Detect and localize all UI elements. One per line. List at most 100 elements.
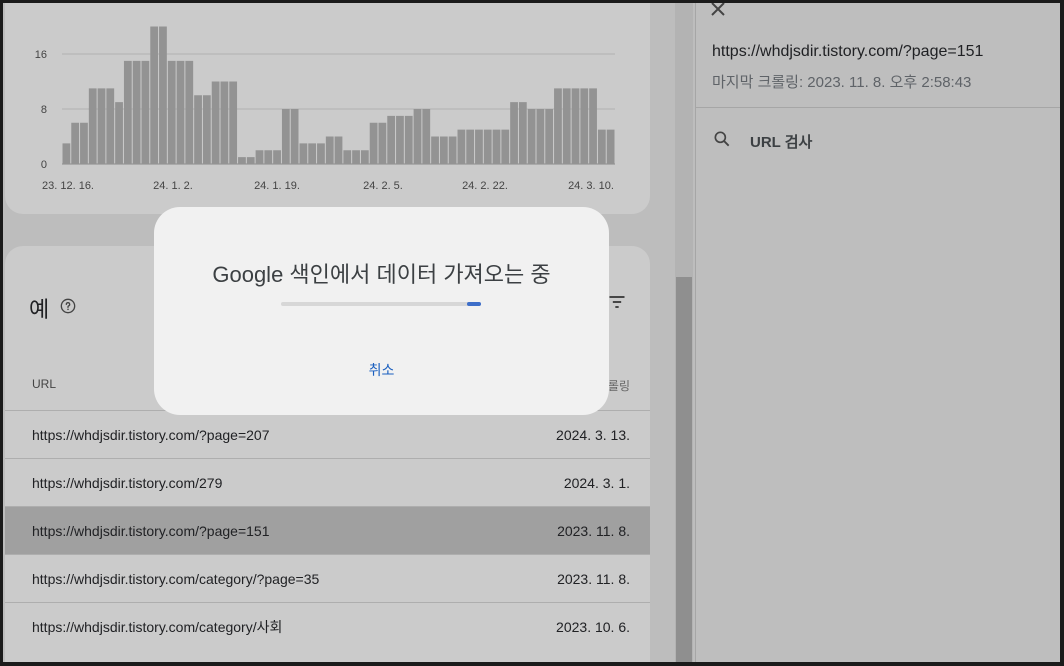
chart-bar[interactable] bbox=[71, 122, 80, 164]
table-row[interactable]: https://whdjsdir.tistory.com/category/?p… bbox=[5, 554, 650, 602]
chart-bar[interactable] bbox=[466, 129, 475, 164]
chart-bar[interactable] bbox=[457, 129, 466, 164]
filter-icon[interactable] bbox=[607, 292, 627, 317]
help-icon[interactable] bbox=[60, 298, 76, 319]
chart-bar[interactable] bbox=[246, 157, 255, 164]
chart-bar[interactable] bbox=[281, 109, 290, 164]
chart-bar[interactable] bbox=[141, 60, 150, 164]
chart-bar[interactable] bbox=[536, 109, 545, 164]
table-row[interactable]: https://whdjsdir.tistory.com/category/사회… bbox=[5, 602, 650, 650]
chart-bar[interactable] bbox=[597, 129, 606, 164]
chart-bar[interactable] bbox=[439, 136, 448, 165]
app-window: 0 8 16 23. 12. 16. 24. 1. 2. 24. 1. 19. 24. 2.… bbox=[3, 3, 1060, 662]
scrollbar-thumb[interactable] bbox=[676, 277, 692, 662]
y-tick-label: 8 bbox=[41, 104, 47, 116]
chart-bar[interactable] bbox=[343, 150, 352, 164]
report-area: 0 8 16 23. 12. 16. 24. 1. 2. 24. 1. 19. 24. 2.… bbox=[3, 3, 663, 662]
chart-bar[interactable] bbox=[123, 60, 132, 164]
chart-bar[interactable] bbox=[404, 115, 413, 164]
row-date: 2024. 3. 1. bbox=[563, 474, 630, 491]
chart-bar[interactable] bbox=[483, 129, 492, 164]
chart-bar[interactable] bbox=[518, 102, 527, 164]
chart-bar[interactable] bbox=[264, 150, 273, 164]
cancel-button[interactable]: 취소 bbox=[154, 360, 609, 380]
chart-bar[interactable] bbox=[211, 81, 220, 165]
chart-bar[interactable] bbox=[290, 109, 299, 164]
chart-bar[interactable] bbox=[88, 88, 97, 164]
chart-bar[interactable] bbox=[80, 122, 88, 164]
chart-bar[interactable] bbox=[387, 115, 396, 164]
url-inspect-button[interactable]: URL 검사 bbox=[712, 129, 812, 154]
chart-bar[interactable] bbox=[501, 129, 510, 164]
table-row[interactable]: https://whdjsdir.tistory.com/?page=207 2… bbox=[5, 410, 650, 458]
y-tick-label: 0 bbox=[41, 159, 47, 171]
chart-bar[interactable] bbox=[132, 60, 141, 164]
chart-bar[interactable] bbox=[448, 136, 457, 165]
chart-bar[interactable] bbox=[562, 88, 571, 164]
chart-bar[interactable] bbox=[334, 136, 343, 165]
x-tick-label: 23. 12. 16. bbox=[42, 180, 94, 192]
row-date: 2024. 3. 13. bbox=[556, 426, 630, 443]
divider bbox=[696, 107, 1060, 108]
table-row[interactable]: https://whdjsdir.tistory.com/279 2024. 3… bbox=[5, 458, 650, 506]
chart-bar[interactable] bbox=[431, 136, 439, 165]
chart-bar[interactable] bbox=[527, 109, 536, 164]
chart-bar[interactable] bbox=[589, 88, 597, 164]
column-header-url[interactable]: URL bbox=[32, 377, 56, 391]
chart-bar[interactable] bbox=[194, 95, 202, 164]
chart-bar[interactable] bbox=[413, 109, 422, 164]
chart-bar[interactable] bbox=[299, 143, 308, 164]
chart-bar[interactable] bbox=[115, 102, 123, 164]
chart-bar[interactable] bbox=[150, 26, 159, 165]
chart-bar[interactable] bbox=[159, 26, 167, 165]
chart-bar[interactable] bbox=[571, 88, 580, 164]
chart-bar[interactable] bbox=[167, 60, 176, 164]
chart-bar[interactable] bbox=[238, 157, 246, 164]
chart-bar[interactable] bbox=[369, 122, 378, 164]
chart-bar[interactable] bbox=[352, 150, 360, 164]
chart-bar[interactable] bbox=[545, 109, 554, 164]
chart-bar[interactable] bbox=[220, 81, 229, 165]
chart-bar[interactable] bbox=[202, 95, 211, 164]
chart-bar[interactable] bbox=[606, 129, 615, 164]
chart-bar[interactable] bbox=[360, 150, 369, 164]
chart-bar[interactable] bbox=[229, 81, 238, 165]
chart-bar[interactable] bbox=[273, 150, 281, 164]
panel-url: https://whdjsdir.tistory.com/?page=151 bbox=[712, 43, 984, 60]
chart-bar[interactable] bbox=[396, 115, 404, 164]
row-url: https://whdjsdir.tistory.com/?page=151 bbox=[32, 522, 270, 539]
row-date: 2023. 10. 6. bbox=[556, 618, 630, 635]
chart-bar[interactable] bbox=[185, 60, 194, 164]
x-tick-label: 24. 2. 22. bbox=[462, 180, 508, 192]
table-row-selected[interactable]: https://whdjsdir.tistory.com/?page=151 2… bbox=[5, 506, 650, 554]
url-detail-panel: https://whdjsdir.tistory.com/?page=151 마… bbox=[695, 3, 1060, 662]
panel-last-crawl: 마지막 크롤링: 2023. 11. 8. 오후 2:58:43 bbox=[712, 74, 972, 91]
x-tick-label: 24. 1. 2. bbox=[153, 180, 193, 192]
chart-bar[interactable] bbox=[106, 88, 115, 164]
table-body: https://whdjsdir.tistory.com/?page=207 2… bbox=[5, 410, 650, 650]
chart-bar[interactable] bbox=[255, 150, 264, 164]
chart-bar[interactable] bbox=[325, 136, 334, 165]
chart-bar[interactable] bbox=[308, 143, 317, 164]
chart-bar[interactable] bbox=[317, 143, 325, 164]
chart-bar[interactable] bbox=[97, 88, 106, 164]
chart-bar[interactable] bbox=[422, 109, 431, 164]
chart-bar[interactable] bbox=[492, 129, 501, 164]
chart-bar[interactable] bbox=[176, 60, 185, 164]
y-tick-label: 16 bbox=[35, 49, 47, 61]
chart-bar[interactable] bbox=[510, 102, 518, 164]
row-url: https://whdjsdir.tistory.com/?page=207 bbox=[32, 426, 270, 443]
progress-bar-fill bbox=[467, 302, 481, 306]
url-inspect-label: URL 검사 bbox=[750, 134, 813, 151]
row-url: https://whdjsdir.tistory.com/279 bbox=[32, 474, 223, 491]
chart-bar[interactable] bbox=[554, 88, 562, 164]
x-tick-label: 24. 3. 10. bbox=[568, 180, 614, 192]
row-date: 2023. 11. 8. bbox=[557, 522, 630, 539]
chart-bar[interactable] bbox=[378, 122, 387, 164]
progress-bar bbox=[281, 302, 481, 306]
close-icon[interactable] bbox=[706, 3, 730, 21]
chart-bar[interactable] bbox=[475, 129, 483, 164]
loading-dialog: Google 색인에서 데이터 가져오는 중 취소 bbox=[154, 207, 609, 415]
chart-bar[interactable] bbox=[580, 88, 589, 164]
chart-bar[interactable] bbox=[62, 143, 71, 164]
